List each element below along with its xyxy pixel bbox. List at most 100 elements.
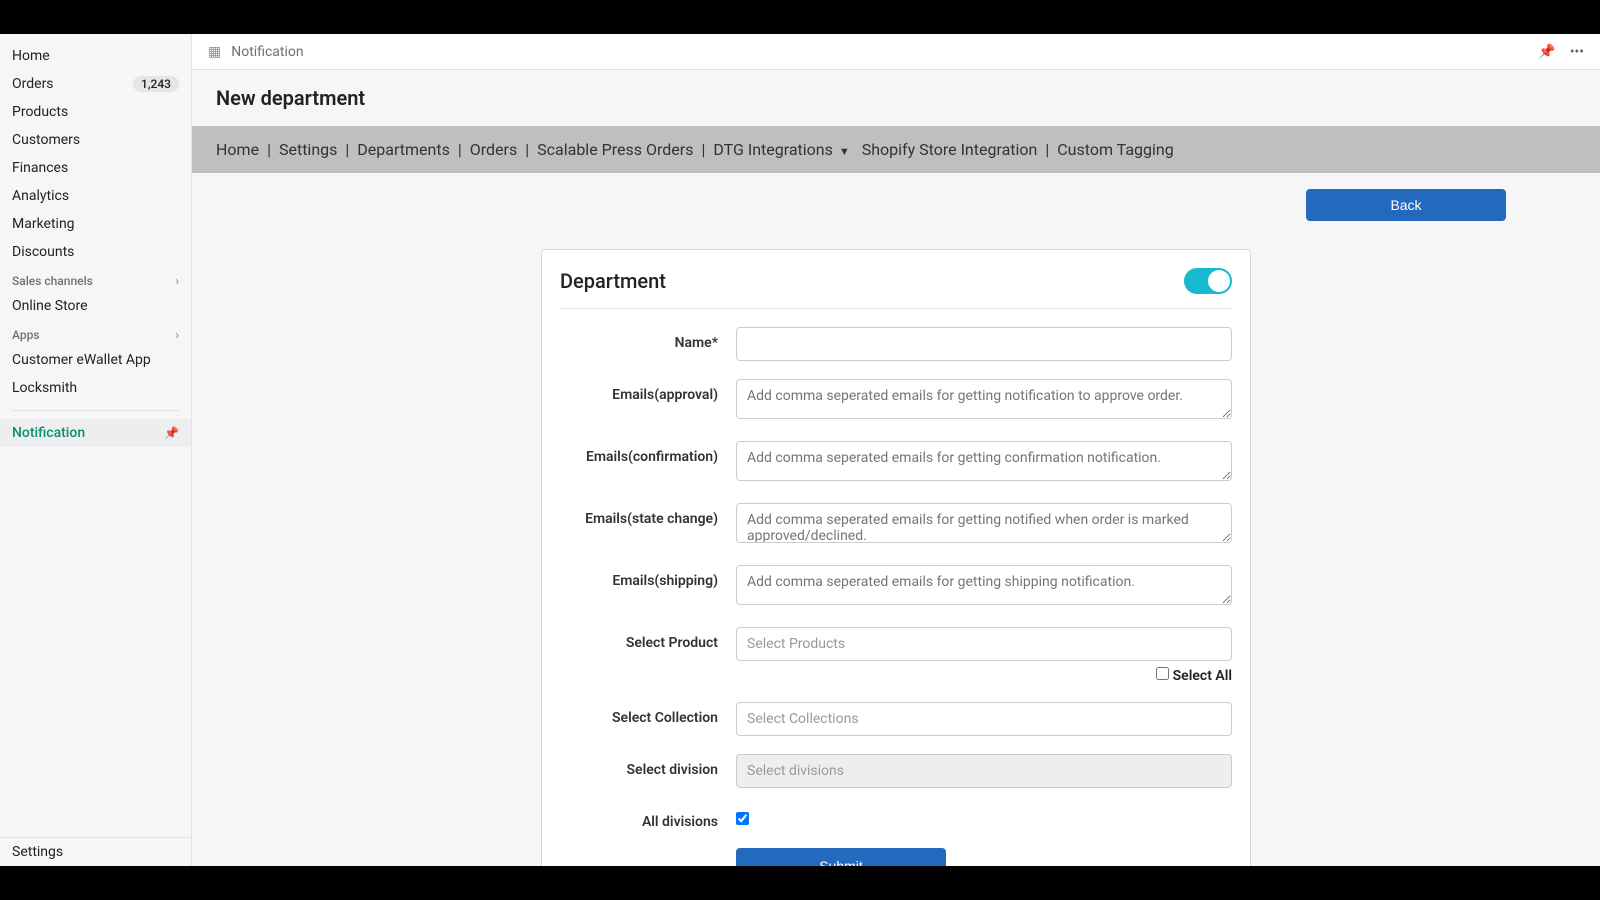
control-select-division: Select divisions: [736, 754, 1232, 788]
page-title: New department: [216, 86, 1576, 110]
row-name: Name*: [560, 327, 1232, 361]
tab-scalable-press[interactable]: Scalable Press Orders: [537, 140, 693, 159]
tab-departments[interactable]: Departments: [357, 140, 450, 159]
label-emails-confirmation: Emails(confirmation): [560, 441, 736, 465]
tab-settings[interactable]: Settings: [279, 140, 337, 159]
label-select-collection: Select Collection: [560, 702, 736, 726]
label-name: Name*: [560, 327, 736, 351]
sidebar-item-label: Settings: [12, 844, 63, 860]
emails-shipping-input[interactable]: [736, 565, 1232, 605]
tab-home[interactable]: Home: [216, 140, 259, 159]
orders-badge: 1,243: [133, 76, 179, 92]
caret-down-icon: ▼: [839, 145, 850, 158]
more-icon[interactable]: •••: [1570, 44, 1584, 60]
sidebar-item-label: Locksmith: [12, 380, 77, 396]
sidebar-item-products[interactable]: Products: [0, 98, 191, 126]
sidebar-item-label: Analytics: [12, 188, 69, 204]
sidebar-item-discounts[interactable]: Discounts: [0, 238, 191, 266]
sidebar-item-label: Orders: [12, 76, 54, 92]
control-emails-state-change: [736, 503, 1232, 547]
row-emails-approval: Emails(approval): [560, 379, 1232, 423]
sidebar-section-apps[interactable]: Apps ›: [0, 320, 191, 346]
row-all-divisions: All divisions: [560, 806, 1232, 830]
control-emails-shipping: [736, 565, 1232, 609]
select-division-dropdown[interactable]: Select divisions: [736, 754, 1232, 788]
tab-dtg-integrations[interactable]: DTG Integrations ▼: [713, 140, 849, 159]
department-toggle[interactable]: [1184, 268, 1232, 294]
tab-orders[interactable]: Orders: [470, 140, 517, 159]
sidebar-item-locksmith[interactable]: Locksmith: [0, 374, 191, 402]
back-button-wrap: Back: [286, 189, 1506, 221]
row-emails-shipping: Emails(shipping): [560, 565, 1232, 609]
label-select-product: Select Product: [560, 627, 736, 651]
sidebar-item-analytics[interactable]: Analytics: [0, 182, 191, 210]
sidebar-item-online-store[interactable]: Online Store: [0, 292, 191, 320]
tab-sep: |: [458, 140, 462, 159]
tab-nav: Home | Settings | Departments | Orders | Sca…: [192, 126, 1600, 173]
sidebar-item-settings[interactable]: Settings: [0, 838, 191, 866]
select-collection-dropdown[interactable]: Select Collections: [736, 702, 1232, 736]
sidebar-bottom: Settings: [0, 837, 191, 866]
sidebar-item-notification[interactable]: Notification 📌: [0, 419, 191, 447]
topbar: ▦ Notification 📌 •••: [192, 34, 1600, 70]
topbar-breadcrumb: Notification: [231, 44, 303, 60]
row-emails-confirmation: Emails(confirmation): [560, 441, 1232, 485]
emails-state-change-input[interactable]: [736, 503, 1232, 543]
tab-sep: |: [525, 140, 529, 159]
tab-shopify-integration[interactable]: Shopify Store Integration: [862, 140, 1038, 159]
sidebar: Home Orders 1,243 Products Customers Fin…: [0, 34, 192, 866]
submit-button[interactable]: Submit: [736, 848, 946, 866]
emails-approval-input[interactable]: [736, 379, 1232, 419]
sidebar-section-sales-channels[interactable]: Sales channels ›: [0, 266, 191, 292]
label-all-divisions: All divisions: [560, 806, 736, 830]
label-emails-shipping: Emails(shipping): [560, 565, 736, 589]
card-header: Department: [560, 268, 1232, 309]
all-divisions-checkbox[interactable]: [736, 812, 749, 825]
tab-sep: |: [345, 140, 349, 159]
sidebar-item-label: Home: [12, 48, 50, 64]
department-card: Department Name* Emails(approval): [541, 249, 1251, 866]
row-emails-state-change: Emails(state change): [560, 503, 1232, 547]
sidebar-item-orders[interactable]: Orders 1,243: [0, 70, 191, 98]
row-select-division: Select division Select divisions: [560, 754, 1232, 788]
control-select-collection: Select Collections: [736, 702, 1232, 736]
sidebar-section-label: Sales channels: [12, 274, 93, 288]
pin-icon[interactable]: 📌: [1538, 44, 1555, 60]
name-input[interactable]: [736, 327, 1232, 361]
control-emails-approval: [736, 379, 1232, 423]
sidebar-item-label: Marketing: [12, 216, 75, 232]
toggle-knob: [1208, 270, 1230, 292]
sidebar-item-finances[interactable]: Finances: [0, 154, 191, 182]
back-button[interactable]: Back: [1306, 189, 1506, 221]
label-select-division: Select division: [560, 754, 736, 778]
row-select-product: Select Product Select Products Select Al…: [560, 627, 1232, 684]
sidebar-item-customer-ewallet[interactable]: Customer eWallet App: [0, 346, 191, 374]
sidebar-item-customers[interactable]: Customers: [0, 126, 191, 154]
control-emails-confirmation: [736, 441, 1232, 485]
select-all-label: Select All: [1173, 668, 1232, 684]
topbar-left: ▦ Notification: [208, 44, 304, 60]
select-all-checkbox[interactable]: [1156, 667, 1169, 680]
label-emails-state-change: Emails(state change): [560, 503, 736, 527]
control-select-product: Select Products Select All: [736, 627, 1232, 684]
topbar-icons: 📌 •••: [1538, 44, 1584, 60]
pin-icon[interactable]: 📌: [164, 426, 179, 440]
select-product-dropdown[interactable]: Select Products: [736, 627, 1232, 661]
tab-sep: |: [1045, 140, 1049, 159]
tab-sep: |: [267, 140, 271, 159]
sidebar-item-home[interactable]: Home: [0, 42, 191, 70]
main: ▦ Notification 📌 ••• New department Home…: [192, 34, 1600, 866]
app-container: Home Orders 1,243 Products Customers Fin…: [0, 34, 1600, 866]
sidebar-item-label: Online Store: [12, 298, 88, 314]
sidebar-item-label: Customer eWallet App: [12, 352, 151, 368]
select-all-row: Select All: [736, 667, 1232, 684]
emails-confirmation-input[interactable]: [736, 441, 1232, 481]
card-title: Department: [560, 269, 666, 293]
label-emails-approval: Emails(approval): [560, 379, 736, 403]
letterbox-top: [0, 0, 1600, 34]
tab-custom-tagging[interactable]: Custom Tagging: [1057, 140, 1173, 159]
sidebar-item-label: Finances: [12, 160, 68, 176]
row-select-collection: Select Collection Select Collections: [560, 702, 1232, 736]
sidebar-item-marketing[interactable]: Marketing: [0, 210, 191, 238]
content-area: Back Department Name* Emails(approval): [192, 173, 1600, 866]
